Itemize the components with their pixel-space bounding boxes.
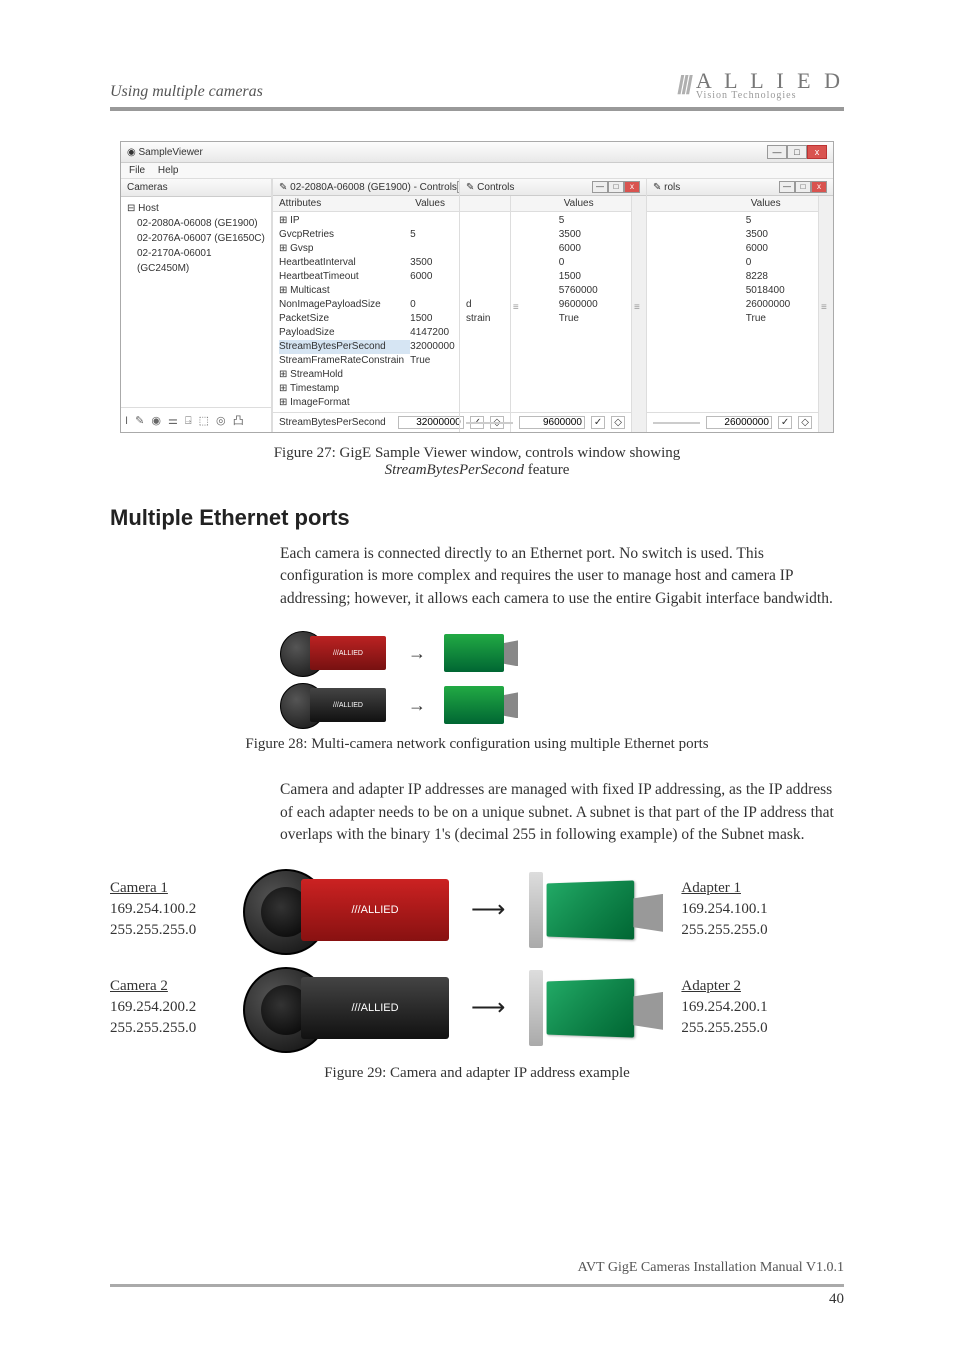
arrow-icon: ⟶ (471, 895, 505, 924)
company-logo: /// A L L I E D Vision Technologies (677, 70, 844, 101)
logo-slashes-icon: /// (677, 70, 690, 101)
attribute-row[interactable]: 26000000 (647, 298, 818, 312)
pane-titlebar: ✎ Controls—□x (460, 179, 646, 196)
menu-file[interactable]: File (129, 165, 145, 176)
apply-icon[interactable]: ✓ (591, 416, 605, 429)
network-card-icon (444, 686, 504, 724)
pane-footer: ✓◇ (647, 412, 818, 432)
cameras-panel-header: Cameras (121, 179, 271, 197)
arrow-icon: → (408, 643, 426, 664)
arrow-icon: → (408, 695, 426, 716)
window-buttons[interactable]: —□x (767, 145, 827, 159)
camera-icon: ///ALLIED (280, 682, 390, 728)
maximize-icon[interactable]: □ (795, 181, 811, 193)
running-header: Using multiple cameras (110, 83, 263, 101)
figure-29-caption: Figure 29: Camera and adapter IP address… (240, 1065, 714, 1082)
camera1-ip-block: Camera 1 169.254.100.2 255.255.255.0 (110, 878, 225, 941)
close-icon[interactable]: x (624, 181, 640, 193)
stream-bytes-input[interactable] (706, 416, 772, 429)
figure-28-caption: Figure 28: Multi-camera network configur… (170, 736, 784, 753)
sampleviewer-screenshot: ◉ SampleViewer —□x File Help Cameras ⊟ H… (120, 141, 834, 433)
menu-help[interactable]: Help (158, 165, 179, 176)
maximize-icon[interactable]: □ (608, 181, 624, 193)
attribute-row[interactable]: 1500 (460, 270, 631, 284)
network-card-icon (523, 970, 663, 1046)
adapter2-ip-block: Adapter 2 169.254.200.1 255.255.255.0 (681, 976, 796, 1039)
attribute-row[interactable]: d9600000 (460, 298, 631, 312)
attribute-row[interactable]: 0 (647, 256, 818, 270)
stream-bytes-input[interactable] (398, 416, 464, 429)
camera-icon: ///ALLIED (243, 965, 453, 1051)
attribute-row[interactable]: 8228 (647, 270, 818, 284)
scrollbar[interactable] (631, 196, 646, 432)
footer-rule (110, 1284, 844, 1287)
logo-main: A L L I E D (696, 71, 844, 91)
attribute-row[interactable]: 6000 (460, 242, 631, 256)
column-headers: Values (647, 196, 818, 212)
pane-titlebar: ✎ rols—□x (647, 179, 833, 196)
controls-pane: ✎ Controls—□xValues 535006000015005760000… (459, 179, 646, 432)
controls-pane: ✎ 02-2080A-06008 (GE1900) - Controls—□xA… (272, 179, 459, 432)
close-icon[interactable]: x (807, 145, 827, 159)
camera2-ip-block: Camera 2 169.254.200.2 255.255.255.0 (110, 976, 225, 1039)
network-card-icon (523, 872, 663, 948)
menubar[interactable]: File Help (121, 163, 833, 179)
attribute-row[interactable]: True (647, 312, 818, 326)
scrollbar[interactable] (818, 196, 833, 432)
footer-manual-title: AVT GigE Cameras Installation Manual V1.… (110, 1260, 844, 1276)
spinner-icon[interactable]: ◇ (798, 416, 812, 429)
camera-icon: ///ALLIED (243, 867, 453, 953)
pane-titlebar: ✎ 02-2080A-06008 (GE1900) - Controls—□x (273, 179, 459, 196)
tree-item[interactable]: 02-2076A-06007 (GE1650C) (127, 231, 265, 246)
left-toolbar[interactable]: I ✎ ◉ ⚌ ⍈ ⬚ ◎ 凸 (121, 407, 271, 432)
column-headers: Values (460, 196, 631, 212)
figure-29-diagram: Camera 1 169.254.100.2 255.255.255.0 ///… (110, 867, 844, 1051)
adapter1-ip-block: Adapter 1 169.254.100.1 255.255.255.0 (681, 878, 796, 941)
attribute-row[interactable]: strainTrue (460, 312, 631, 326)
minimize-icon[interactable]: — (767, 145, 787, 159)
arrow-icon: ⟶ (471, 993, 505, 1022)
close-icon[interactable]: x (811, 181, 827, 193)
tree-item[interactable]: 02-2080A-06008 (GE1900) (127, 216, 265, 231)
paragraph-2: Camera and adapter IP addresses are mana… (280, 779, 844, 846)
attribute-row[interactable]: 5760000 (460, 284, 631, 298)
page-number: 40 (110, 1291, 844, 1308)
header-rule (110, 107, 844, 111)
attribute-row[interactable]: 6000 (647, 242, 818, 256)
camera-tree[interactable]: ⊟ Host 02-2080A-06008 (GE1900) 02-2076A-… (121, 197, 271, 407)
network-card-icon (444, 634, 504, 672)
apply-icon[interactable]: ✓ (778, 416, 792, 429)
attribute-row[interactable]: 5018400 (647, 284, 818, 298)
minimize-icon[interactable]: — (779, 181, 795, 193)
section-heading: Multiple Ethernet ports (110, 505, 844, 531)
attribute-row[interactable]: 0 (460, 256, 631, 270)
tree-root[interactable]: ⊟ Host (127, 201, 265, 216)
figure-27-caption: Figure 27: GigE Sample Viewer window, co… (240, 445, 714, 479)
camera-icon: ///ALLIED (280, 630, 390, 676)
attribute-row[interactable]: 3500 (647, 228, 818, 242)
paragraph-1: Each camera is connected directly to an … (280, 543, 844, 610)
figure-28-diagram: ///ALLIED → ///ALLIED → (280, 630, 570, 728)
spinner-icon[interactable]: ◇ (611, 416, 625, 429)
minimize-icon[interactable]: — (592, 181, 608, 193)
attribute-row[interactable]: 5 (460, 214, 631, 228)
window-titlebar: ◉ SampleViewer —□x (121, 142, 833, 163)
attribute-row[interactable]: 5 (647, 214, 818, 228)
controls-pane: ✎ rols—□xValues 5350060000822850184002600… (646, 179, 833, 432)
stream-bytes-input[interactable] (519, 416, 585, 429)
tree-item[interactable]: 02-2170A-06001 (GC2450M) (127, 246, 265, 276)
maximize-icon[interactable]: □ (787, 145, 807, 159)
attribute-row[interactable]: 3500 (460, 228, 631, 242)
pane-footer: ✓◇ (460, 412, 631, 432)
window-title: ◉ SampleViewer (127, 147, 203, 158)
